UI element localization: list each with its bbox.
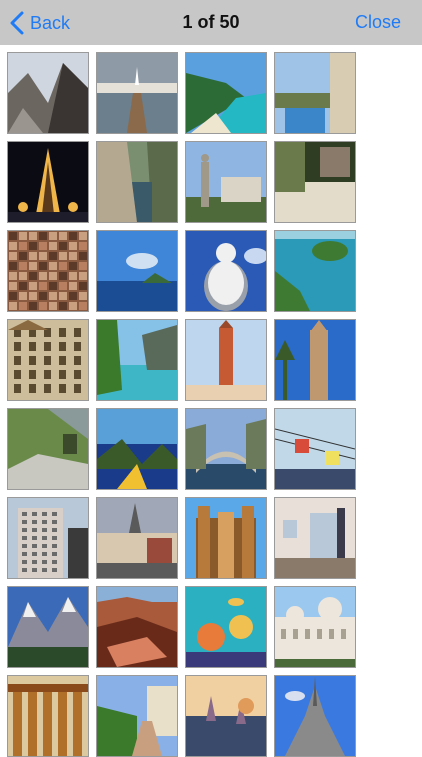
photo-thumbnail-red-rock-canyon[interactable]	[96, 586, 178, 668]
photo-image	[275, 142, 355, 222]
photo-thumbnail-river-canyon-gorge[interactable]	[96, 141, 178, 223]
photo-thumbnail-blue-sea-island[interactable]	[96, 230, 178, 312]
photo-image	[186, 587, 266, 667]
photo-thumbnail-eiffel-tower-night[interactable]	[7, 141, 89, 223]
navigation-bar: Back 1 of 50 Close	[0, 0, 422, 45]
photo-image	[8, 320, 88, 400]
photo-image	[97, 409, 177, 489]
photo-image	[275, 53, 355, 133]
photo-thumbnail-old-town-street[interactable]	[96, 497, 178, 579]
photo-thumbnail-white-buddha-statue[interactable]	[185, 230, 267, 312]
photo-image	[275, 587, 355, 667]
photo-thumbnail-snowy-peaks-forest[interactable]	[7, 586, 89, 668]
photo-image	[8, 587, 88, 667]
photo-image	[8, 409, 88, 489]
photo-thumbnail-clock-tower-plaza[interactable]	[185, 319, 267, 401]
photo-thumbnail-hotel-room[interactable]	[274, 497, 356, 579]
photo-image	[97, 320, 177, 400]
photo-image	[275, 231, 355, 311]
photo-thumbnail-mountain-hikers[interactable]	[7, 408, 89, 490]
photo-thumbnail-rocky-mountain-peak[interactable]	[7, 52, 89, 134]
photo-thumbnail-tropical-beach-cove[interactable]	[185, 52, 267, 134]
photo-thumbnail-coral-reef[interactable]	[185, 586, 267, 668]
photo-image	[186, 320, 266, 400]
photo-image	[97, 53, 177, 133]
photo-image	[275, 320, 355, 400]
photo-thumbnail-church-spire-palms[interactable]	[274, 319, 356, 401]
close-button[interactable]: Close	[355, 12, 401, 33]
photo-thumbnail-greek-temple-columns[interactable]	[7, 675, 89, 757]
photo-thumbnail-ornate-stone-building[interactable]	[7, 319, 89, 401]
photo-thumbnail-white-palace-domes[interactable]	[274, 586, 356, 668]
photo-thumbnail-monument-and-palace[interactable]	[185, 141, 267, 223]
photo-image	[186, 231, 266, 311]
photo-thumbnail-harbor-sunset[interactable]	[185, 675, 267, 757]
photo-thumbnail-mountain-lake-sunset[interactable]	[96, 408, 178, 490]
photo-image	[97, 587, 177, 667]
photo-image	[186, 142, 266, 222]
photo-image	[186, 498, 266, 578]
photo-thumbnail-cliffs-beach-bay[interactable]	[96, 319, 178, 401]
photo-thumbnail-aerial-city-view[interactable]	[7, 230, 89, 312]
photo-image	[8, 498, 88, 578]
photo-image	[8, 231, 88, 311]
photo-image	[275, 676, 355, 756]
photo-thumbnail-mud-mosque[interactable]	[185, 497, 267, 579]
photo-image	[8, 142, 88, 222]
photo-thumbnail-cable-car-gondolas[interactable]	[274, 408, 356, 490]
photo-thumbnail-tall-city-tower[interactable]	[7, 497, 89, 579]
photo-image	[8, 676, 88, 756]
photo-thumbnail-pier-with-church-town[interactable]	[96, 52, 178, 134]
photo-image	[275, 409, 355, 489]
photo-thumbnail-mont-saint-michel[interactable]	[274, 675, 356, 757]
photo-image	[275, 498, 355, 578]
photo-image	[97, 231, 177, 311]
photo-image	[186, 676, 266, 756]
photo-thumbnail-resort-balcony-view[interactable]	[274, 52, 356, 134]
photo-thumbnail-garden-walkway[interactable]	[96, 675, 178, 757]
photo-image	[8, 53, 88, 133]
photo-image	[97, 142, 177, 222]
photo-thumbnail-courtyard-garden[interactable]	[274, 141, 356, 223]
photo-image	[97, 498, 177, 578]
photo-image	[186, 53, 266, 133]
photo-image	[97, 676, 177, 756]
photo-image	[186, 409, 266, 489]
photo-thumbnail-old-bridge-town[interactable]	[185, 408, 267, 490]
photo-thumbnail-lagoon-island[interactable]	[274, 230, 356, 312]
photo-grid	[7, 52, 356, 757]
